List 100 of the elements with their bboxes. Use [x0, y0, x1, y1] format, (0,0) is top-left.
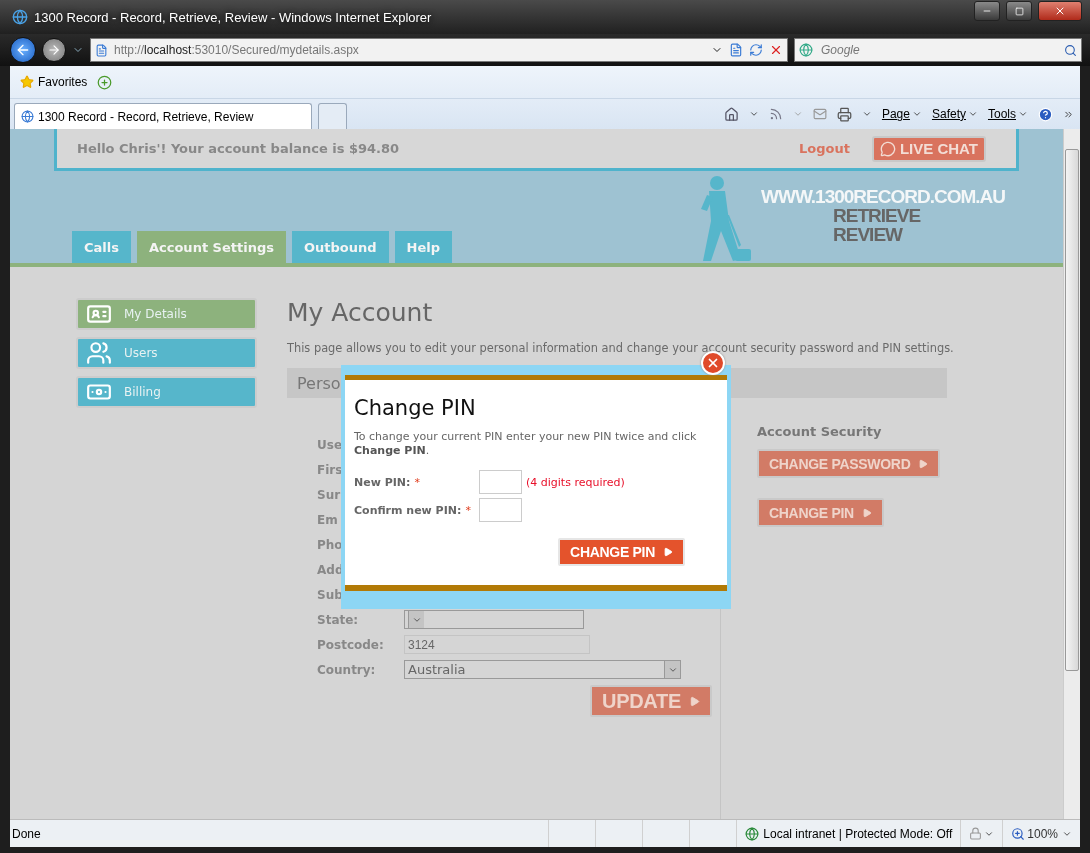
dialog-text: To change your current PIN enter your new PIN twice and click Change PIN. — [354, 430, 698, 458]
field-label: Postcode: — [317, 637, 384, 652]
chat-bubble-icon — [879, 140, 896, 157]
search-field[interactable]: Google — [819, 42, 1058, 58]
pin-field[interactable] — [479, 470, 522, 494]
select-field[interactable] — [404, 610, 584, 629]
browser-tab[interactable]: 1300 Record - Record, Retrieve, Review — [14, 103, 312, 129]
field-label: Em — [317, 512, 338, 527]
live-chat-button[interactable]: LIVE CHAT — [871, 135, 986, 162]
search-provider-icon — [799, 43, 813, 57]
close-button[interactable] — [1038, 1, 1082, 21]
browser-logo-icon — [12, 9, 28, 25]
hint-text: (4 digits required) — [526, 475, 625, 489]
nav-tab[interactable]: Account Settings — [136, 231, 286, 263]
help-button[interactable] — [1038, 106, 1053, 122]
update-button[interactable]: UPDATE — [590, 685, 712, 717]
play-arrow-icon — [861, 507, 872, 518]
logout-link[interactable]: Logout — [799, 141, 850, 156]
greeting-text: Hello Chris'! Your account balance is $94.80 — [77, 141, 401, 156]
search-icon[interactable] — [1064, 43, 1077, 57]
stop-icon[interactable] — [769, 43, 783, 57]
caret-icon — [861, 109, 872, 119]
zoom-icon — [1011, 826, 1026, 841]
feed-icon — [768, 107, 783, 121]
home-icon — [723, 106, 739, 122]
menu-button[interactable]: Tools — [988, 107, 1028, 121]
caret-icon — [748, 109, 759, 119]
logo-text: RETRIEVE — [833, 206, 921, 225]
page-icon — [21, 110, 34, 123]
zoom-button[interactable]: 100% — [1011, 826, 1058, 841]
home-button[interactable] — [723, 106, 739, 122]
search-bar[interactable]: Google — [794, 38, 1082, 62]
play-arrow-icon — [918, 458, 929, 469]
close-icon — [706, 356, 720, 370]
sidebar-item[interactable]: Billing — [76, 376, 257, 408]
print-icon — [836, 106, 852, 122]
pin-label: New PIN: — [354, 475, 411, 489]
url-text: http://localhost:53010/Secured/mydetails.aspx — [114, 43, 360, 57]
field-label: Pho — [317, 537, 343, 552]
required-mark: * — [465, 503, 471, 517]
logo-text: REVIEW — [833, 225, 902, 244]
protection-button[interactable] — [969, 827, 995, 840]
menu-button[interactable]: Page — [881, 107, 922, 121]
address-field[interactable]: http://localhost:53010/Secured/mydetails.aspx — [90, 38, 788, 62]
lock-icon — [969, 827, 983, 840]
change-pin-button[interactable]: CHANGE PIN — [558, 538, 685, 566]
security-button[interactable]: CHANGE PASSWORD — [757, 449, 941, 478]
caret-icon — [968, 109, 978, 119]
nav-tab[interactable]: Calls — [72, 231, 131, 263]
menu-button[interactable]: Safety — [931, 107, 978, 121]
caret-icon — [792, 109, 803, 119]
play-arrow-icon — [663, 547, 673, 557]
caret-icon — [1018, 109, 1028, 119]
field-label: Country: — [317, 662, 376, 677]
maximize-button[interactable] — [1006, 1, 1032, 21]
security-button[interactable]: CHANGE PIN — [757, 498, 884, 527]
page-heading: My Account — [287, 298, 434, 327]
star-icon — [20, 75, 34, 89]
section-title: Perso — [297, 373, 341, 393]
pin-label: Confirm new PIN: — [354, 503, 462, 517]
sidebar-item[interactable]: My Details — [76, 298, 257, 330]
nav-tab[interactable]: Help — [394, 231, 453, 263]
nav-tab[interactable]: Outbound — [292, 231, 389, 263]
pin-field[interactable] — [479, 498, 522, 522]
dialog-title: Change PIN — [354, 396, 477, 420]
text-field[interactable]: 3124 — [404, 635, 590, 654]
feed-button[interactable] — [768, 107, 783, 121]
minimize-button[interactable] — [974, 1, 1000, 21]
status-text: Done — [11, 826, 42, 841]
back-button[interactable] — [10, 37, 36, 63]
field-label: State: — [317, 612, 359, 627]
zone-text: Local intranet | Protected Mode: Off — [763, 826, 953, 841]
compatibility-icon[interactable] — [729, 43, 743, 57]
close-icon — [1054, 5, 1066, 17]
mail-button[interactable] — [812, 107, 827, 121]
mail-icon — [812, 107, 827, 121]
intranet-icon — [745, 826, 760, 841]
refresh-icon[interactable] — [749, 43, 763, 57]
users-icon — [86, 340, 112, 366]
maximize-icon — [1014, 6, 1024, 16]
forward-arrow-icon — [47, 43, 61, 57]
caret-icon — [911, 109, 922, 119]
required-mark: * — [414, 475, 420, 489]
intro-text: This page allows you to edit your personal information and change your account security password and PIN settings. — [287, 341, 954, 356]
select-field[interactable]: Australia — [404, 660, 681, 679]
security-heading: Account Security — [757, 424, 882, 439]
logo-text: WWW.1300RECORD.COM.AU — [761, 187, 1005, 206]
favorites-button[interactable]: Favorites — [16, 73, 92, 91]
window-title: 1300 Record - Record, Retrieve, Review - Windows Internet Explorer — [34, 9, 433, 25]
field-label: Use — [317, 437, 343, 452]
field-label: Firs — [317, 462, 343, 477]
forward-button[interactable] — [42, 38, 66, 62]
sidebar-item[interactable]: Users — [76, 337, 257, 369]
add-favorite-icon[interactable] — [97, 74, 113, 90]
field-label: Sub — [317, 587, 343, 602]
page-icon — [95, 43, 108, 57]
play-arrow-icon — [689, 695, 700, 707]
field-label: Sur — [317, 487, 341, 502]
print-button[interactable] — [836, 106, 852, 122]
help-icon — [1038, 106, 1053, 122]
